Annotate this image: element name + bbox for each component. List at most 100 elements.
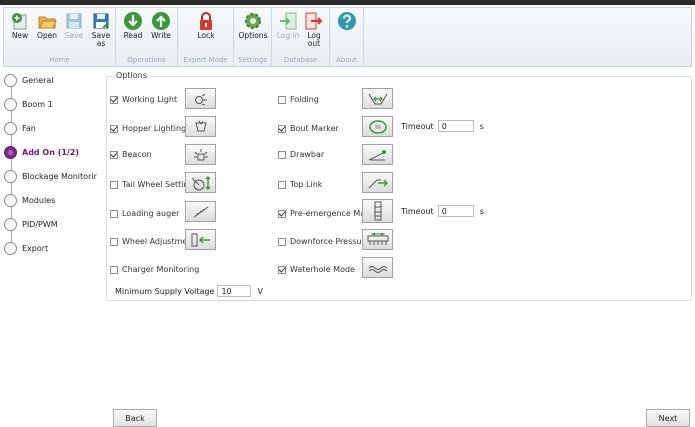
step-circle-icon: [4, 241, 17, 255]
ribbon-group-home: New Open Save Save as Home: [4, 8, 116, 66]
tail-wheel-setting-checkbox[interactable]: Tail Wheel Setting: [110, 180, 194, 189]
expert-mode-group-label: Expert Mode: [183, 56, 228, 64]
waterhole-mode-icon: [362, 257, 393, 278]
charger-monitoring-checkbox[interactable]: Charger Monitoring: [110, 265, 199, 274]
ribbon-toolbar: New Open Save Save as Home Read Write Op…: [3, 7, 692, 67]
checkbox-box[interactable]: [278, 237, 286, 246]
logout-icon: [304, 11, 324, 31]
options-label: Options: [238, 31, 268, 40]
beacon-checkbox[interactable]: Beacon: [110, 150, 152, 159]
read-label: Read: [123, 31, 143, 40]
new-label: New: [11, 31, 29, 40]
beacon-icon: [185, 144, 216, 165]
pre-emergence-timeout-input[interactable]: 0: [437, 205, 474, 217]
folding-icon: [362, 88, 393, 109]
help-button[interactable]: [334, 11, 360, 31]
about-group-label: About: [336, 56, 357, 64]
step-circle-active-icon: [4, 145, 17, 159]
checkbox-box[interactable]: [110, 95, 118, 104]
lock-label: Lock: [197, 31, 215, 40]
loading-auger-checkbox[interactable]: Loading auger: [110, 209, 179, 218]
bout-marker-icon: [362, 116, 393, 137]
ribbon-group-expert-mode: Lock Expert Mode: [178, 8, 234, 66]
bout-marker-timeout-input[interactable]: 0: [437, 120, 474, 132]
checkbox-box[interactable]: [110, 124, 118, 133]
step-circle-icon: [4, 193, 17, 207]
ribbon-group-about: About: [330, 8, 364, 66]
read-button[interactable]: Read: [120, 11, 146, 40]
nav-item-boom-1[interactable]: Boom 1: [4, 96, 106, 112]
drawbar-icon: [362, 144, 393, 165]
checkbox-box[interactable]: [110, 150, 118, 159]
next-button[interactable]: Next: [646, 409, 690, 427]
wheel-adjustment-icon: [185, 229, 216, 250]
nav-item-general[interactable]: General: [4, 72, 106, 88]
ribbon-group-operations: Read Write Operations: [116, 8, 178, 66]
step-circle-icon: [4, 73, 17, 87]
checkbox-box[interactable]: [278, 95, 286, 104]
pre-emergence-marker-icon: [362, 199, 393, 223]
back-button[interactable]: Back: [113, 409, 157, 427]
log-out-button[interactable]: Log out: [301, 11, 327, 48]
lock-button[interactable]: Lock: [193, 11, 219, 40]
wizard-step-nav: General Boom 1 Fan Add On (1/2) Blockage…: [3, 69, 106, 427]
options-button[interactable]: Options: [237, 11, 269, 40]
ribbon-group-database: Log in Log out Database: [272, 8, 330, 66]
open-label: Open: [36, 31, 58, 40]
top-link-checkbox[interactable]: Top Link: [278, 180, 322, 189]
nav-item-fan[interactable]: Fan: [4, 120, 106, 136]
log-in-label: Log in: [276, 31, 300, 40]
checkbox-box[interactable]: [278, 150, 286, 159]
bout-marker-timeout: Timeout 0 s: [401, 120, 484, 132]
bout-marker-checkbox[interactable]: Bout Marker: [278, 124, 339, 133]
open-button[interactable]: Open: [34, 11, 60, 40]
nav-item-pid-pwm[interactable]: PID/PWM: [4, 216, 106, 232]
save-as-button[interactable]: Save as: [88, 11, 114, 48]
save-label: Save: [64, 31, 84, 40]
step-circle-icon: [4, 169, 17, 183]
top-link-icon: [362, 172, 393, 193]
step-circle-icon: [4, 217, 17, 231]
hopper-lighting-icon: [185, 116, 216, 137]
minimum-supply-voltage-label: Minimum Supply Voltage: [115, 286, 215, 296]
minimum-supply-voltage-input[interactable]: 10: [217, 285, 252, 297]
hopper-lighting-checkbox[interactable]: Hopper Lighting: [110, 124, 186, 133]
gear-icon: [243, 11, 263, 31]
tail-wheel-icon: [185, 172, 216, 193]
step-circle-icon: [4, 121, 17, 135]
checkbox-box[interactable]: [278, 209, 286, 218]
new-file-icon: [10, 11, 30, 31]
save-button[interactable]: Save: [61, 11, 87, 40]
wheel-adjustment-checkbox[interactable]: Wheel Adjustment: [110, 237, 196, 246]
arrow-up-icon: [151, 11, 171, 31]
save-as-disk-icon: [91, 11, 111, 31]
minimum-supply-voltage: Minimum Supply Voltage 10 V: [115, 285, 263, 297]
timeout-unit: s: [479, 121, 484, 131]
nav-item-blockage-monitoring[interactable]: Blockage Monitorir: [4, 168, 106, 184]
working-light-icon: [185, 88, 216, 109]
new-button[interactable]: New: [7, 11, 33, 40]
write-button[interactable]: Write: [148, 11, 174, 40]
checkbox-box[interactable]: [110, 265, 118, 274]
checkbox-box[interactable]: [110, 237, 118, 246]
checkbox-box[interactable]: [278, 180, 286, 189]
folding-checkbox[interactable]: Folding: [278, 95, 319, 104]
save-disk-icon: [64, 11, 84, 31]
nav-item-add-on[interactable]: Add On (1/2): [4, 144, 106, 160]
settings-group-label: Settings: [238, 56, 267, 64]
downforce-pressure-checkbox[interactable]: Downforce Pressure: [278, 237, 370, 246]
drawbar-checkbox[interactable]: Drawbar: [278, 150, 324, 159]
nav-item-modules[interactable]: Modules: [4, 192, 106, 208]
pre-emergence-timeout: Timeout 0 s: [401, 205, 484, 217]
loading-auger-icon: [185, 201, 216, 222]
checkbox-box[interactable]: [110, 209, 118, 218]
checkbox-box[interactable]: [110, 180, 118, 189]
checkbox-box[interactable]: [278, 124, 286, 133]
step-circle-icon: [4, 97, 17, 111]
checkbox-box[interactable]: [278, 265, 286, 274]
working-light-checkbox[interactable]: Working Light: [110, 95, 177, 104]
timeout-unit: s: [479, 206, 484, 216]
waterhole-mode-checkbox[interactable]: Waterhole Mode: [278, 265, 355, 274]
log-in-button[interactable]: Log in: [275, 11, 301, 40]
nav-item-export[interactable]: Export: [4, 240, 106, 256]
